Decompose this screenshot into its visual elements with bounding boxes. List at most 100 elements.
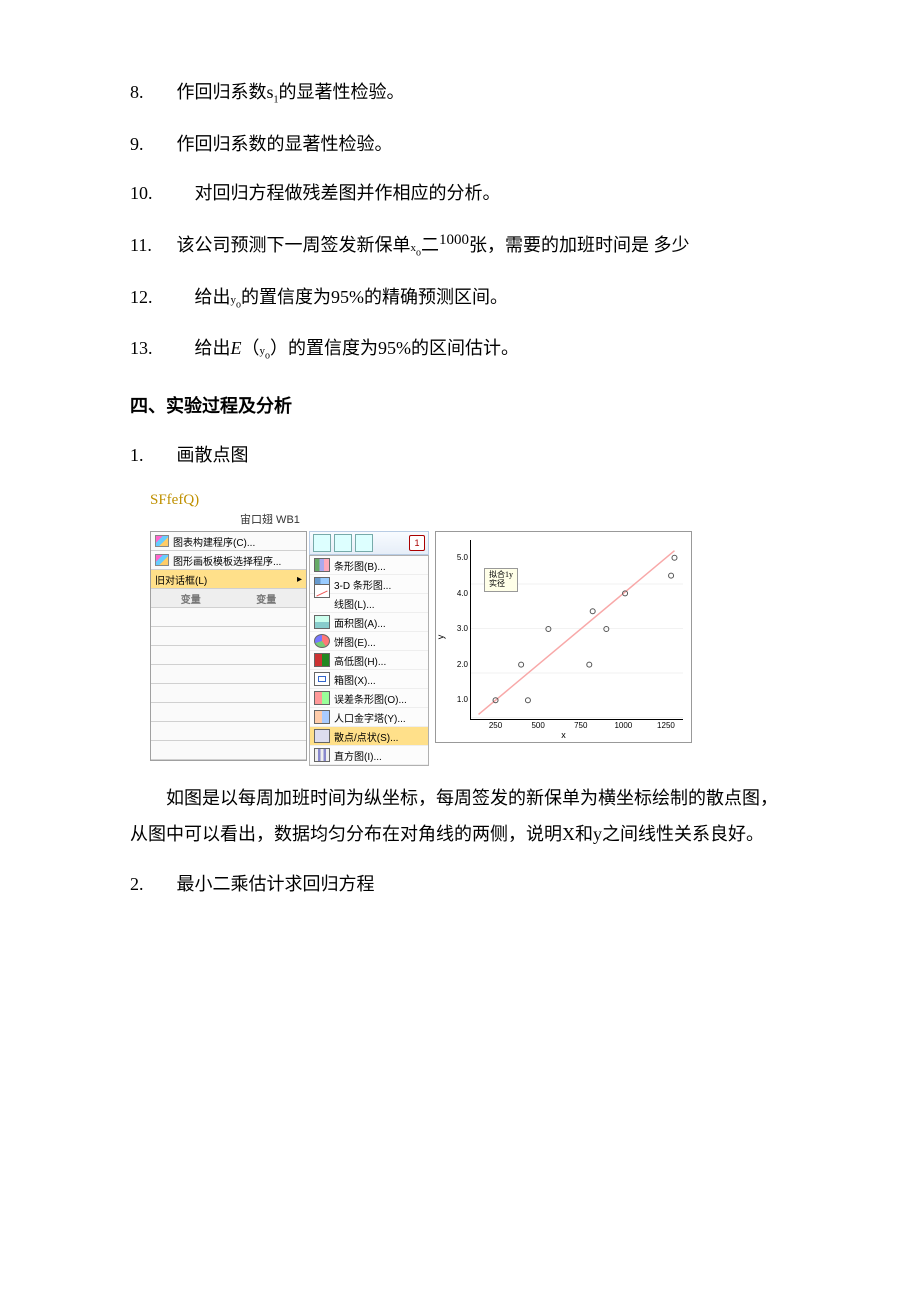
tool-icon[interactable] [313, 534, 331, 552]
data-point [519, 662, 524, 667]
item-text: 给出 [195, 287, 231, 307]
step-1: 1. 画散点图 [130, 443, 790, 468]
pyramid-icon [314, 710, 330, 724]
plot-svg [470, 540, 683, 718]
area-icon [314, 615, 330, 629]
item-text-2: 的置信度为95%的精确预测区间。 [241, 287, 508, 307]
histogram-icon [314, 748, 330, 762]
label: 人口金字塔(Y)... [334, 710, 406, 725]
table-row [151, 665, 306, 684]
figure-row: 图表构建程序(C)... 图形画板模板选择程序... 旧对话框(L) ▸ 变量 … [150, 531, 790, 766]
menu-box[interactable]: 箱图(X)... [310, 670, 428, 689]
item-num: 8. [130, 80, 172, 105]
analysis-paragraph: 如图是以每周加班时间为纵坐标，每周签发的新保单为横坐标绘制的散点图，从图中可以看… [130, 780, 790, 852]
menu-pyramid[interactable]: 人口金字塔(Y)... [310, 708, 428, 727]
spss-mid-panel: 1 条形图(B)... 3-D 条形图... 线图(L)... 面积图(A)..… [309, 531, 429, 766]
bar-icon [314, 558, 330, 572]
y-tick: 5.0 [456, 553, 468, 562]
menu-legacy-dialogs[interactable]: 旧对话框(L) ▸ [151, 570, 306, 589]
item-num: 9. [130, 132, 172, 157]
chart-builder-icon [155, 535, 169, 547]
menu-pie[interactable]: 饼图(E)... [310, 632, 428, 651]
table-row [151, 627, 306, 646]
data-point [672, 555, 677, 560]
menu-line[interactable]: 线图(L)... [310, 594, 428, 613]
graphboard-icon [155, 554, 169, 566]
scatter-plot: y x 拟合1y 实径 1.02.03.04.05.02505007501000… [435, 531, 692, 743]
scatter-icon [314, 729, 330, 743]
item-9: 9. 作回归系数的显著性检验。 [130, 132, 790, 157]
y-tick: 3.0 [456, 624, 468, 633]
menu-bar[interactable]: 条形图(B)... [310, 556, 428, 575]
toolbar: 1 [309, 531, 429, 555]
data-point [587, 662, 592, 667]
label: 饼图(E)... [334, 634, 376, 649]
highlow-icon [314, 653, 330, 667]
window-title: 宙口翅 WB1 [240, 511, 790, 527]
data-point [590, 609, 595, 614]
label: 误差条形图(O)... [334, 691, 407, 706]
menu-chart-builder[interactable]: 图表构建程序(C)... [151, 532, 306, 551]
table-row [151, 722, 306, 741]
item-num: 1. [130, 443, 172, 468]
item-num: 13. [130, 336, 190, 361]
menu-highlow[interactable]: 高低图(H)... [310, 651, 428, 670]
table-row [151, 608, 306, 627]
menu-graphboard[interactable]: 图形画板模板选择程序... [151, 551, 306, 570]
menu-errorbar[interactable]: 误差条形图(O)... [310, 689, 428, 708]
spss-left-panel: 图表构建程序(C)... 图形画板模板选择程序... 旧对话框(L) ▸ 变量 … [150, 531, 307, 761]
y-tick: 4.0 [456, 589, 468, 598]
pie-icon [314, 634, 330, 648]
document-page: 8. 作回归系数s1的显著性检验。 9. 作回归系数的显著性检验。 10. 对回… [0, 0, 920, 981]
spss-tag: SFfefQ) [150, 492, 790, 509]
x-tick: 1250 [654, 721, 678, 730]
scatter-points [493, 555, 677, 702]
menu-scatter[interactable]: 散点/点状(S)... [310, 727, 428, 746]
section-4-heading: 四、实验过程及分析 [130, 394, 790, 419]
item-num: 2. [130, 872, 172, 897]
item-8: 8. 作回归系数s1的显著性检验。 [130, 80, 790, 108]
y-tick: 1.0 [456, 695, 468, 704]
var-E: E [231, 338, 242, 358]
data-point [604, 627, 609, 632]
item-text-2: 张，需要的加班时间是 多少 [469, 235, 690, 255]
label: 旧对话框(L) [155, 572, 207, 587]
x-tick: 750 [569, 721, 593, 730]
item-13: 13. 给出E（yo）的置信度为95%的区间估计。 [130, 336, 790, 364]
x-axis-line [470, 719, 683, 720]
col-2: 变量 [256, 591, 276, 606]
col-1: 变量 [181, 591, 201, 606]
table-row [151, 684, 306, 703]
label: 高低图(H)... [334, 653, 386, 668]
label: 面积图(A)... [334, 615, 386, 630]
item-text: 对回归方程做残差图并作相应的分析。 [195, 183, 501, 203]
table-row [151, 646, 306, 665]
data-point [669, 573, 674, 578]
item-num: 12. [130, 285, 190, 310]
sup-1000: 1000 [439, 232, 469, 248]
item-num: 10. [130, 181, 190, 206]
label: 图表构建程序(C)... [173, 534, 255, 549]
line-icon [314, 584, 330, 598]
table-header: 变量 变量 [151, 589, 306, 608]
fit-line [479, 551, 675, 715]
label: 3-D 条形图... [334, 577, 391, 592]
item-text: 作回归系数s [177, 82, 274, 102]
item-text-2: 的显著性检验。 [279, 82, 405, 102]
tool-icon[interactable] [355, 534, 373, 552]
rparen: ） [270, 338, 288, 358]
label: 线图(L)... [334, 596, 375, 611]
tool-icon[interactable] [334, 534, 352, 552]
item-text-2: 的置信度为95%的区间估计。 [288, 338, 519, 358]
item-11: 11. 该公司预测下一周签发新保单xo二1000张，需要的加班时间是 多少 [130, 230, 790, 261]
tool-badge: 1 [409, 535, 425, 551]
step-title: 最小二乘估计求回归方程 [177, 874, 375, 894]
y-tick: 2.0 [456, 660, 468, 669]
data-point [525, 698, 530, 703]
y-axis-label: y [435, 635, 445, 640]
x-tick: 500 [526, 721, 550, 730]
menu-histogram[interactable]: 直方图(I)... [310, 746, 428, 765]
menu-area[interactable]: 面积图(A)... [310, 613, 428, 632]
lparen: （ [242, 338, 260, 358]
table-row [151, 703, 306, 722]
